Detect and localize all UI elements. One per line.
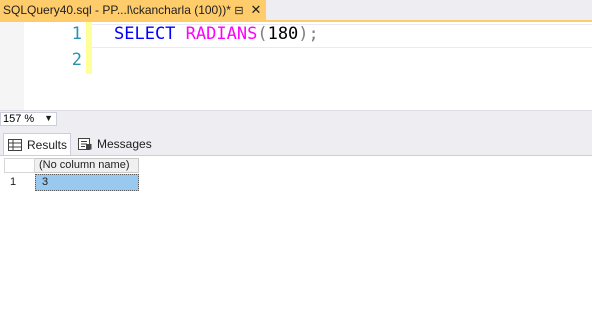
result-cell[interactable]: 3 [35, 174, 139, 191]
close-paren: ) [298, 24, 309, 44]
chevron-down-icon[interactable]: ▼ [44, 113, 53, 123]
line-number-1: 1 [71, 24, 82, 44]
messages-icon [78, 138, 92, 150]
grid-corner-header[interactable] [4, 158, 35, 173]
query-document-tab[interactable]: SQLQuery40.sql - PP...l\ckancharla (100)… [0, 0, 266, 20]
statement-terminator: ; [308, 24, 319, 44]
sql-keyword: SELECT [114, 24, 176, 44]
open-paren: ( [257, 24, 268, 44]
code-line-1[interactable]: SELECT RADIANS(180); [114, 24, 319, 44]
results-grid[interactable]: (No column name) 1 3 [0, 156, 592, 315]
selection-margin [0, 22, 24, 110]
sql-argument: 180 [267, 24, 299, 44]
editor-zoom-bar: 157 % ▼ [0, 110, 592, 127]
sql-function: RADIANS [185, 24, 258, 44]
query-editor[interactable]: 1 2 SELECT RADIANS(180); [0, 22, 592, 110]
tab-messages[interactable]: Messages [74, 133, 152, 155]
document-tab-title: SQLQuery40.sql - PP...l\ckancharla (100)… [3, 3, 231, 17]
pin-tab-icon[interactable]: ⊟ [232, 3, 246, 17]
grid-icon [8, 138, 22, 151]
column-header[interactable]: (No column name) [35, 158, 139, 173]
document-tab-strip: SQLQuery40.sql - PP...l\ckancharla (100)… [0, 0, 592, 20]
close-tab-icon[interactable]: ✕ [249, 2, 263, 17]
tab-results-label: Results [27, 137, 68, 152]
results-tab-strip: Results Messages [0, 127, 592, 156]
zoom-dropdown[interactable]: 157 % ▼ [0, 112, 57, 126]
tab-results[interactable]: Results [3, 133, 71, 155]
line-number-2: 2 [71, 50, 82, 70]
zoom-value: 157 % [3, 113, 35, 125]
tab-messages-label: Messages [97, 137, 152, 151]
row-header-1[interactable]: 1 [4, 173, 35, 191]
